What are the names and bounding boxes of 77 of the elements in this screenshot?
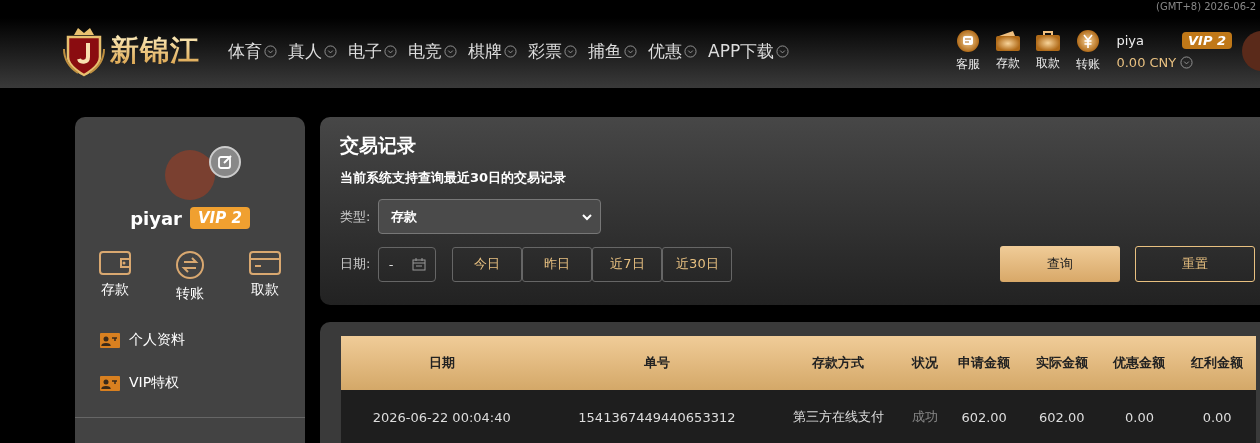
account-action-link[interactable]: 存款 [95,251,135,303]
field-label: 类型: [340,207,371,226]
nav-link[interactable]: 真人 [288,39,337,63]
briefcase-icon [1035,30,1062,52]
column-header: 状况 [905,336,946,390]
search-button[interactable]: 查询 [1000,246,1120,282]
avatar-circle [165,150,215,200]
column-header: 单号 [542,336,772,390]
chevron-icon [624,44,637,58]
account-action-link[interactable]: 转账 [170,251,210,303]
wallet-icon [99,251,131,275]
account-action-link[interactable]: 取款 [245,251,285,303]
calendar-icon [412,257,427,271]
header-action-link[interactable]: 存款 [990,30,1027,72]
edit-button[interactable] [209,146,241,178]
chevron-icon [444,44,457,58]
header-action-link[interactable]: 取款 [1030,30,1067,72]
id-card-icon [100,375,120,391]
table-cell: 第三方在线支付 [771,390,906,443]
chevron-icon [582,212,593,221]
nav-link[interactable]: 优惠 [648,39,697,63]
notice-text: 当前系统支持查询最近30日的交易记录 [340,169,568,187]
username-text: piya [1116,33,1144,48]
column-header: 申请金额 [945,336,1023,390]
table-cell: 0.00 [1178,390,1256,443]
username-text: piyar [130,207,182,229]
wallet-icon [995,30,1022,52]
table-cell: 0.00 [1100,390,1179,443]
nav-link[interactable]: 捕鱼 [588,39,637,63]
chat-icon [956,29,981,53]
reset-button[interactable]: 重置 [1135,246,1255,282]
date-range-button[interactable]: 近7日 [592,246,663,282]
type-select[interactable]: 存款 [378,199,602,234]
vip-badge: VIP 2 [190,207,250,229]
table-cell: 602.00 [1023,390,1101,443]
column-header: 存款方式 [771,336,906,390]
id-card-icon [100,332,120,348]
menu-item[interactable]: VIP特权 [100,374,305,392]
table-cell: 2026-06-22 00:04:40 [341,390,543,443]
chevron-icon [776,44,790,58]
table-cell: 602.00 [945,390,1023,443]
chevron-icon [324,44,337,58]
nav-link[interactable]: 电竞 [408,39,457,63]
nav-link[interactable]: 电子 [348,39,397,63]
date-field[interactable]: - [378,246,437,282]
nav-link[interactable]: 棋牌 [468,39,517,63]
chevron-icon [1180,56,1194,69]
field-label: 日期: [340,255,371,273]
chevron-icon [384,44,397,58]
chevron-icon [564,44,577,58]
transfer-icon [176,251,204,279]
balance-text: 0.00 CNY [1116,55,1177,70]
nav-link[interactable]: 彩票 [528,39,577,63]
crest-logo-icon [60,25,108,77]
column-header: 优惠金额 [1100,336,1179,390]
card-icon [249,251,281,275]
column-header: 实际金额 [1023,336,1101,390]
date-range-button[interactable]: 今日 [452,246,523,282]
table-cell: 1541367449440653312 [542,390,772,443]
chevron-icon [504,44,517,58]
table-cell: 成功 [905,390,946,443]
date-range-button[interactable]: 近30日 [662,246,733,282]
edit-icon [217,154,233,170]
header-action-link[interactable]: 转账 [1070,29,1107,73]
chevron-icon [264,44,277,58]
page-title: 交易记录 [340,133,417,158]
column-header: 红利金额 [1178,336,1256,390]
nav-link[interactable]: 体育 [228,39,277,63]
vip-badge: VIP 2 [1182,32,1232,49]
yuan-coin-icon [1076,29,1101,53]
nav-link[interactable]: APP下载 [708,39,790,63]
header-action-link[interactable]: 客服 [950,29,987,73]
chevron-icon [684,44,697,58]
column-header: 日期 [341,336,543,390]
date-time-text: (GMT+8) 2026-06-2 [1156,0,1256,14]
menu-item[interactable]: 个人资料 [100,331,305,349]
date-range-button[interactable]: 昨日 [522,246,593,282]
